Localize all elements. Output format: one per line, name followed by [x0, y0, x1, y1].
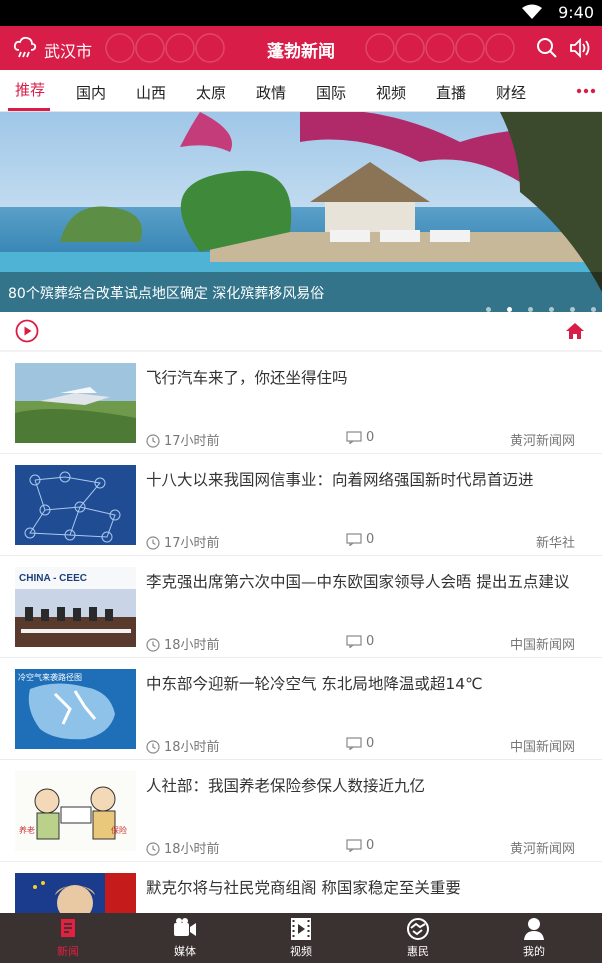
- comment-count[interactable]: 0: [346, 430, 374, 445]
- handshake-icon: [407, 918, 429, 940]
- clock-icon: [146, 842, 160, 856]
- cartoon-sign-right-text: 保险: [111, 825, 127, 835]
- user-icon: [524, 918, 544, 940]
- active-tab-indicator: [8, 108, 50, 111]
- news-source: 中国新闻网: [509, 740, 575, 755]
- tool-row: [0, 312, 602, 350]
- volume-icon[interactable]: [568, 36, 592, 60]
- news-item[interactable]: 养老 保险 人社部：我国养老保险参保人数接近九亿 18小时前 0 黄河新闻网: [0, 760, 602, 862]
- tab-domestic[interactable]: 国内: [76, 82, 106, 103]
- app-header: 武汉市 蓬勃新闻: [0, 26, 602, 70]
- comment-count-text: 0: [366, 838, 375, 853]
- nav-benefit[interactable]: 惠民: [358, 913, 478, 963]
- news-thumbnail: [15, 363, 136, 443]
- comment-count[interactable]: 0: [346, 634, 374, 649]
- news-thumbnail: CHINA - CEEC: [15, 567, 136, 647]
- news-source: 黄河新闻网: [509, 434, 575, 449]
- comment-icon: [346, 839, 362, 853]
- category-tabs: 推荐 国内 山西 太原 政情 国际 视频 直播 财经: [0, 70, 602, 112]
- time-text: 17小时前: [164, 434, 220, 449]
- news-time: 18小时前: [146, 736, 220, 755]
- comment-count[interactable]: 0: [346, 532, 374, 547]
- nav-media[interactable]: 媒体: [125, 913, 245, 963]
- news-title[interactable]: 飞行汽车来了，你还坐得住吗: [146, 366, 586, 388]
- news-item[interactable]: CHINA - CEEC 李克强出席第六次中国—中东欧国家领导人会晤 提出五点建…: [0, 556, 602, 658]
- video-camera-icon: [174, 918, 196, 936]
- more-tabs-icon[interactable]: [576, 88, 596, 94]
- news-source: 新华社: [535, 536, 575, 551]
- tab-shanxi[interactable]: 山西: [136, 82, 166, 103]
- clock-time: 9:40: [558, 3, 594, 22]
- time-text: 18小时前: [164, 740, 220, 755]
- comment-icon: [346, 737, 362, 751]
- news-time: 18小时前: [146, 838, 220, 857]
- news-item[interactable]: 十八大以来我国网信事业：向着网络强国新时代昂首迈进 17小时前 0 新华社: [0, 454, 602, 556]
- clock-icon: [146, 536, 160, 550]
- wifi-icon: [522, 4, 542, 19]
- tab-video[interactable]: 视频: [376, 82, 406, 103]
- news-source: 黄河新闻网: [509, 842, 575, 857]
- news-thumbnail: [15, 465, 136, 545]
- cartoon-sign-left-text: 养老: [19, 825, 35, 835]
- play-icon[interactable]: [15, 319, 39, 343]
- search-icon[interactable]: [536, 37, 558, 59]
- status-bar: 9:40: [0, 0, 602, 26]
- app-title: 蓬勃新闻: [267, 42, 335, 62]
- comment-icon: [346, 635, 362, 649]
- news-item[interactable]: 飞行汽车来了，你还坐得住吗 17小时前 0 黄河新闻网: [0, 352, 602, 454]
- film-icon: [291, 918, 311, 940]
- news-title[interactable]: 李克强出席第六次中国—中东欧国家领导人会晤 提出五点建议: [146, 570, 586, 592]
- news-thumbnail: 冷空气来袭路径图: [15, 669, 136, 749]
- nav-news-label: 新闻: [57, 945, 79, 958]
- tab-taiyuan[interactable]: 太原: [196, 82, 226, 103]
- news-title[interactable]: 人社部：我国养老保险参保人数接近九亿: [146, 774, 586, 796]
- news-source: 中国新闻网: [509, 638, 575, 653]
- clock-icon: [146, 638, 160, 652]
- comment-count-text: 0: [366, 736, 375, 751]
- news-icon: [61, 919, 75, 937]
- comment-count-text: 0: [366, 430, 375, 445]
- tab-finance[interactable]: 财经: [496, 82, 526, 103]
- time-text: 17小时前: [164, 536, 220, 551]
- news-time: 17小时前: [146, 532, 220, 551]
- nav-profile[interactable]: 我的: [474, 913, 594, 963]
- comment-count[interactable]: 0: [346, 838, 374, 853]
- nav-video[interactable]: 视频: [241, 913, 361, 963]
- clock-icon: [146, 740, 160, 754]
- map-label-text: 冷空气来袭路径图: [18, 672, 82, 682]
- news-title[interactable]: 默克尔将与社民党商组阁 称国家稳定至关重要: [146, 876, 586, 898]
- news-time: 18小时前: [146, 634, 220, 653]
- bottom-navigation: 新闻 媒体 视频 惠民 我的: [0, 913, 602, 963]
- nav-video-label: 视频: [290, 945, 312, 958]
- news-title[interactable]: 中东部今迎新一轮冷空气 东北局地降温或超14℃: [146, 672, 586, 694]
- tab-international[interactable]: 国际: [316, 82, 346, 103]
- comment-count-text: 0: [366, 532, 375, 547]
- time-text: 18小时前: [164, 638, 220, 653]
- time-text: 18小时前: [164, 842, 220, 857]
- nav-benefit-label: 惠民: [407, 945, 429, 958]
- comment-icon: [346, 533, 362, 547]
- comment-count-text: 0: [366, 634, 375, 649]
- comment-count[interactable]: 0: [346, 736, 374, 751]
- nav-news[interactable]: 新闻: [8, 913, 128, 963]
- news-title[interactable]: 十八大以来我国网信事业：向着网络强国新时代昂首迈进: [146, 468, 586, 490]
- tab-live[interactable]: 直播: [436, 82, 466, 103]
- nav-media-label: 媒体: [174, 945, 196, 958]
- tab-politics[interactable]: 政情: [256, 82, 286, 103]
- comment-icon: [346, 431, 362, 445]
- clock-icon: [146, 434, 160, 448]
- nav-profile-label: 我的: [523, 945, 545, 958]
- news-time: 17小时前: [146, 430, 220, 449]
- tab-recommend[interactable]: 推荐: [15, 79, 45, 100]
- home-icon[interactable]: [563, 319, 587, 343]
- news-thumbnail: 养老 保险: [15, 771, 136, 851]
- ceec-logo-text: CHINA - CEEC: [19, 573, 87, 584]
- news-item[interactable]: 冷空气来袭路径图 中东部今迎新一轮冷空气 东北局地降温或超14℃ 18小时前 0…: [0, 658, 602, 760]
